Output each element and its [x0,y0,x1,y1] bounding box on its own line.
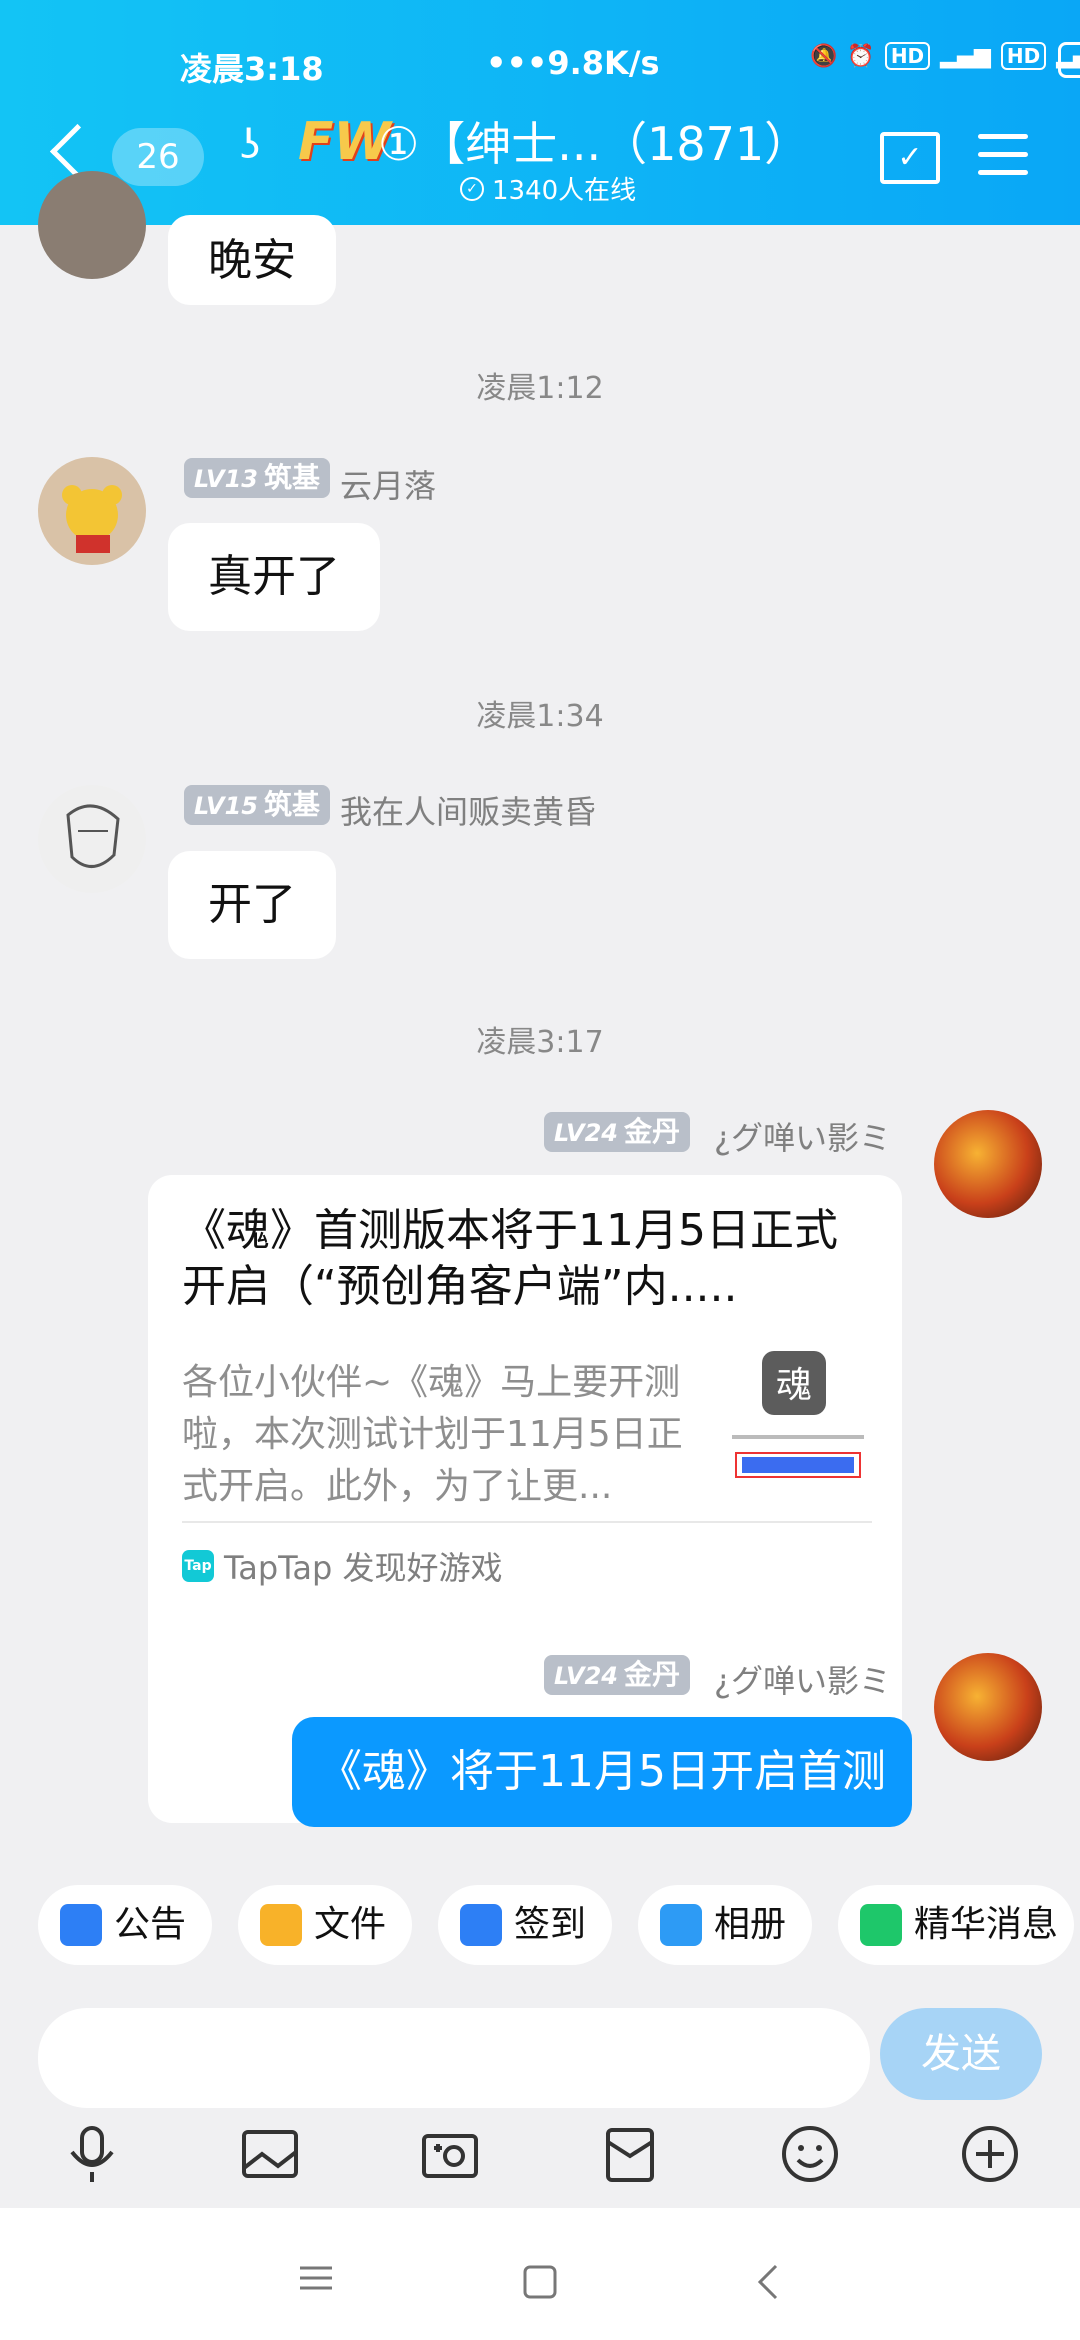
album-icon [660,1904,702,1946]
avatar[interactable] [38,457,146,565]
image-icon[interactable] [238,2122,302,2186]
message-input[interactable] [38,2008,870,2108]
chat-header: 凌晨3:18 •••9.8K/s 🔕 ⏰ HD ▂▄▆ HD ▂▄▆ 81 26… [0,0,1080,225]
unread-badge[interactable]: 26 [112,128,204,186]
sketch-avatar-icon [66,804,120,868]
input-row: 发送 [0,1998,1080,2118]
shortcut-album[interactable]: 相册 [638,1885,813,1965]
svg-text:魂: 魂 [776,1365,812,1406]
level-badge: LV24 金丹 [544,1655,690,1695]
group-shortcuts: 公告 文件 签到 相册 精华消息 [0,1885,1080,1969]
card-source-text: TapTap 发现好游戏 [224,1549,503,1587]
system-nav-bar [0,2208,1080,2340]
red-packet-icon[interactable] [598,2122,662,2186]
shortcut-files[interactable]: 文件 [238,1885,413,1965]
status-icons: 🔕 ⏰ HD ▂▄▆ HD ▂▄▆ [810,42,1080,70]
status-bar: 凌晨3:18 •••9.8K/s 🔕 ⏰ HD ▂▄▆ HD ▂▄▆ 81 [180,42,1080,88]
highlights-icon [860,1904,902,1946]
hd-icon-2: HD [1000,42,1047,70]
avatar[interactable] [934,1653,1042,1761]
mute-icon: 🔕 [810,43,838,69]
time-separator: 凌晨3:17 [476,1025,604,1060]
time-separator: 凌晨1:34 [476,699,604,734]
shortcut-highlights[interactable]: 精华消息 [838,1885,1075,1965]
status-time: 凌晨3:18 [180,50,324,88]
input-toolbar [0,2108,1080,2206]
announcement-icon [60,1904,102,1946]
back-icon[interactable] [756,2264,780,2300]
time-separator: 凌晨1:12 [476,371,604,406]
card-source: Tap TapTap 发现好游戏 [182,1543,503,1589]
nickname[interactable]: ¿グ啴い影ミ [714,1113,891,1159]
nickname[interactable]: 云月落 [340,461,436,507]
avatar[interactable] [38,785,146,893]
folder-icon [260,1904,302,1946]
network-speed: •••9.8K/s [486,44,660,82]
chat-messages[interactable]: 晚安 凌晨1:12 LV13 筑基 云月落 真开了 凌晨1:34 LV15 筑基 我… [0,171,1080,1875]
card-description: 各位小伙伴~《魂》马上要开测啦，本次测试计划于11月5日正式开启。此外，为了让更… [182,1362,683,1507]
taptap-logo-icon: Tap [182,1550,214,1582]
nickname[interactable]: ¿グ啴い影ミ [714,1656,891,1702]
level-badge: LV15 筑基 [184,785,330,825]
message-bubble-outgoing[interactable]: 《魂》将于11月5日开启首测 [292,1717,912,1827]
group-logo: FW [298,112,391,172]
shortcut-announcement[interactable]: 公告 [38,1885,213,1965]
microphone-icon[interactable] [60,2122,124,2186]
send-button[interactable]: 发送 [880,2008,1042,2100]
nickname[interactable]: 我在人间贩卖黄昏 [340,787,596,833]
recents-icon[interactable] [298,2264,334,2292]
game-thumbnail-icon: 魂 [732,1351,864,1478]
checkin-icon [460,1904,502,1946]
level-badge: LV24 金丹 [544,1112,690,1152]
ear-icon[interactable]: ʖ [240,122,260,168]
message-bubble[interactable]: 开了 [168,851,336,959]
shortcut-checkin[interactable]: 签到 [438,1885,613,1965]
calendar-check-icon[interactable]: ✓ [880,132,940,184]
signal-icon: ▂▄▆ [940,43,991,69]
group-title[interactable]: ①【绅士...（1871） [378,108,810,174]
divider [182,1521,872,1523]
menu-icon[interactable] [978,134,1028,188]
battery-icon: 81 [1058,42,1080,78]
online-text: 1340人在线 [492,176,637,206]
camera-icon[interactable] [418,2122,482,2186]
home-icon[interactable] [522,2264,558,2300]
emoji-icon[interactable] [778,2122,842,2186]
bear-avatar-icon [62,485,122,553]
plus-icon[interactable] [958,2122,1022,2186]
avatar[interactable] [38,171,146,279]
online-count: ✓ 1340人在线 [460,170,636,207]
message-bubble[interactable]: 晚安 [168,215,336,305]
card-title: 《魂》首测版本将于11月5日正式开启（“预创角客户端”内..... [182,1205,838,1312]
avatar[interactable] [934,1110,1042,1218]
card-thumbnail: 魂 [728,1345,868,1495]
check-icon: ✓ [460,176,484,201]
message-bubble[interactable]: 真开了 [168,523,380,631]
level-badge: LV13 筑基 [184,458,330,498]
alarm-icon: ⏰ [847,43,875,69]
hd-icon: HD [884,42,931,70]
